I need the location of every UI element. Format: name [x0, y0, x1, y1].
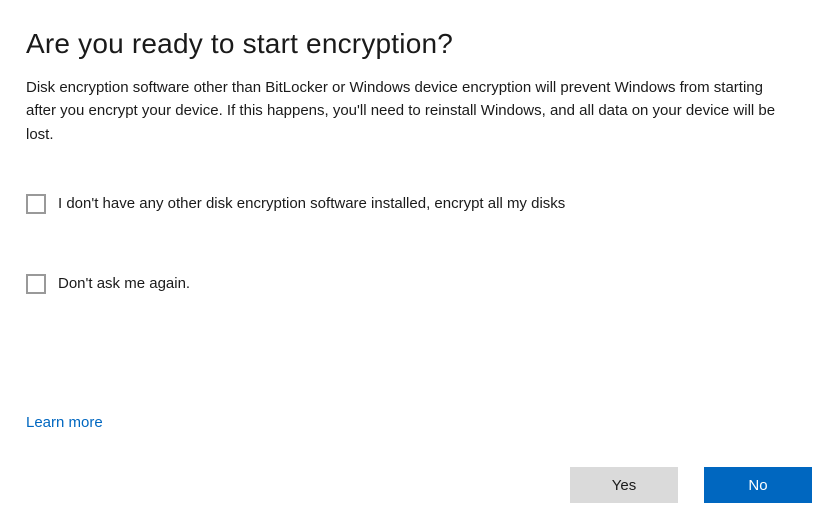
checkbox-dont-ask-row[interactable]: Don't ask me again. — [26, 274, 812, 294]
no-button[interactable]: No — [704, 467, 812, 503]
checkbox-dont-ask[interactable] — [26, 274, 46, 294]
dialog-description: Disk encryption software other than BitL… — [26, 76, 796, 146]
checkbox-encrypt-disks-row[interactable]: I don't have any other disk encryption s… — [26, 194, 812, 214]
dialog-title: Are you ready to start encryption? — [26, 28, 812, 60]
checkbox-encrypt-disks-label[interactable]: I don't have any other disk encryption s… — [58, 195, 565, 212]
yes-button[interactable]: Yes — [570, 467, 678, 503]
dialog-button-row: Yes No — [570, 467, 812, 503]
checkbox-encrypt-disks[interactable] — [26, 194, 46, 214]
learn-more-link[interactable]: Learn more — [26, 414, 103, 431]
checkbox-dont-ask-label[interactable]: Don't ask me again. — [58, 275, 190, 292]
